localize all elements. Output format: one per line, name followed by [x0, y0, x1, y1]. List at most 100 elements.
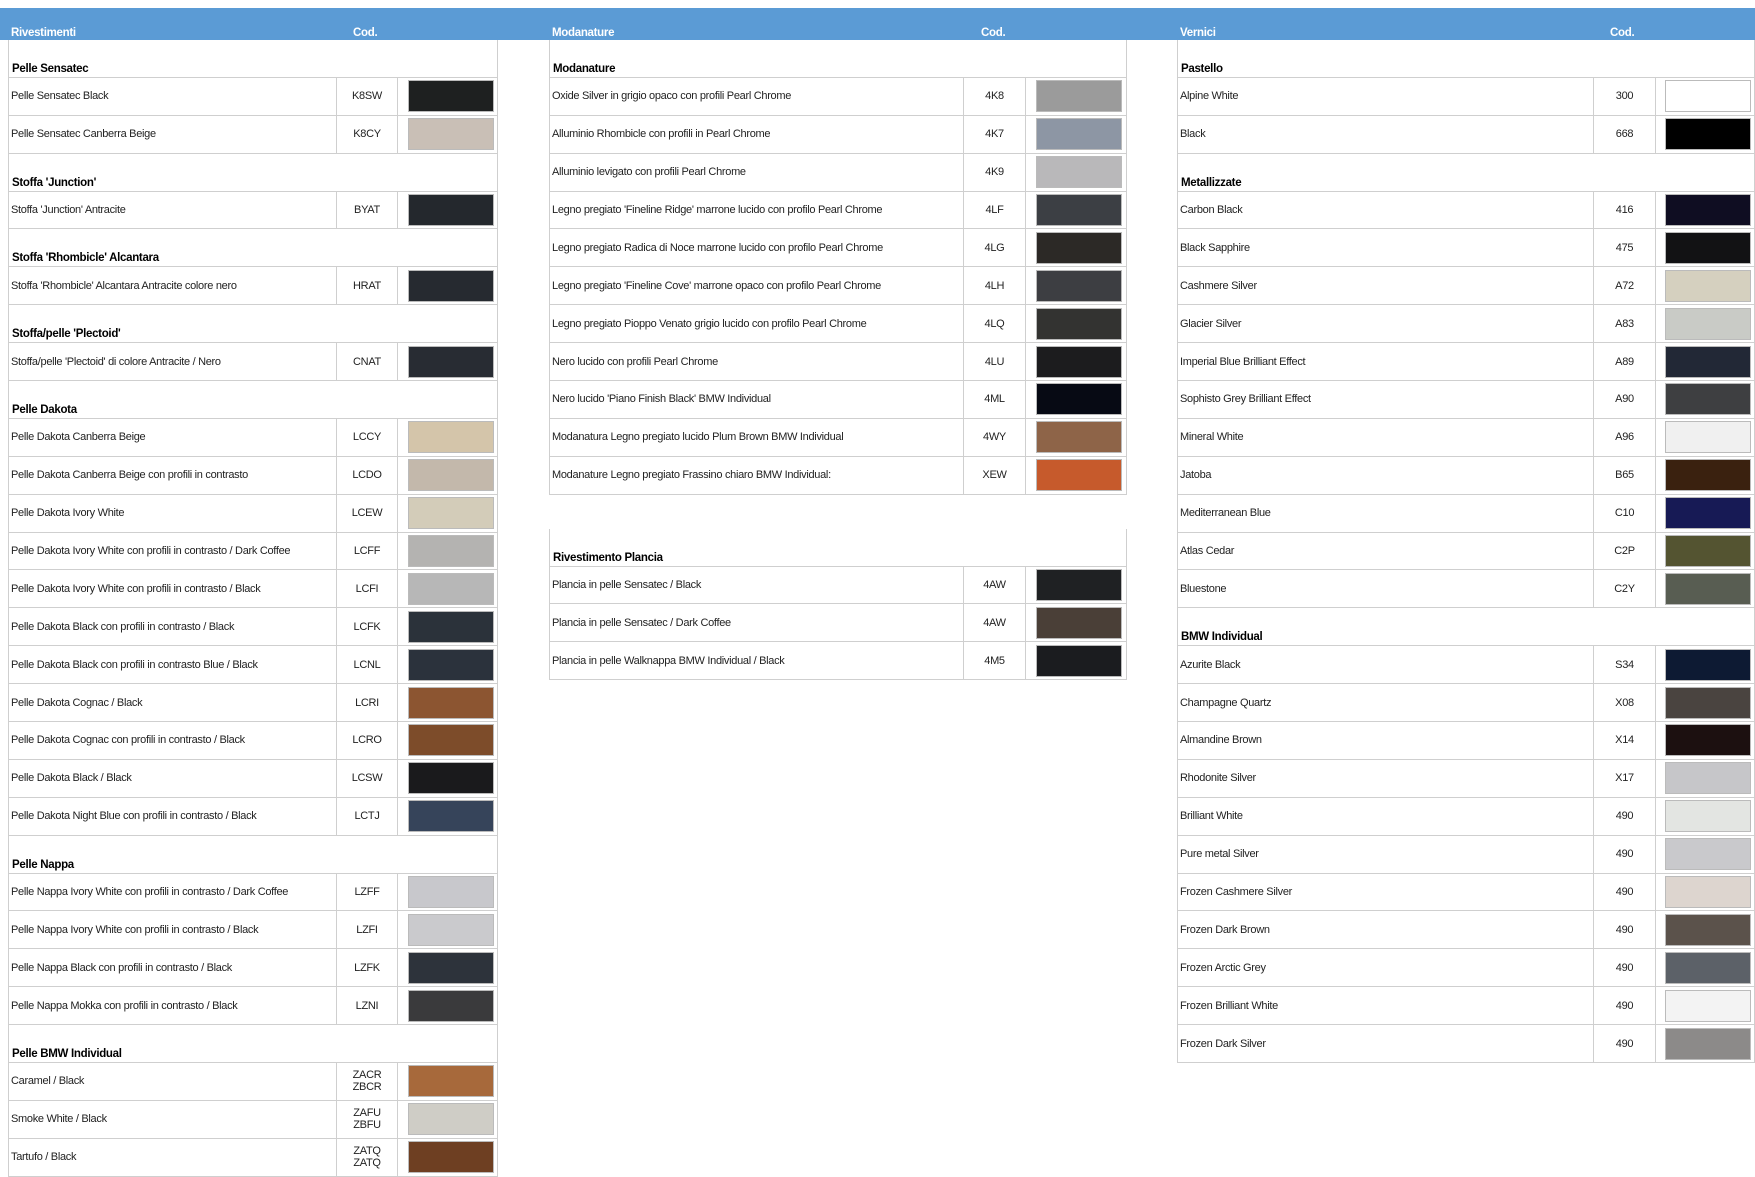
item-code: A89 — [1594, 343, 1656, 381]
item-name: Pelle Dakota Canberra Beige con profili … — [9, 456, 337, 494]
item-name: Tartufo / Black — [9, 1138, 337, 1176]
swatch-cell — [1656, 78, 1755, 115]
swatch-cell — [398, 267, 503, 304]
swatch-cell — [1656, 495, 1755, 532]
item-code: 4AW — [964, 566, 1026, 604]
item-code: LZFI — [337, 911, 398, 949]
item-name: Nero lucido con profili Pearl Chrome — [550, 343, 964, 381]
item-code: 668 — [1594, 115, 1656, 153]
item-code: 4AW — [964, 604, 1026, 642]
swatch-cell — [1026, 381, 1132, 418]
color-swatch — [407, 610, 494, 643]
swatch-cell — [1026, 604, 1132, 641]
swatch-cell — [1656, 305, 1755, 342]
color-swatch — [1665, 572, 1751, 605]
item-name: Legno pregiato Radica di Noce marrone lu… — [550, 229, 964, 267]
swatch-cell — [1026, 154, 1132, 191]
section-title-row: Modanature — [550, 40, 1126, 78]
swatch-cell — [1656, 229, 1755, 266]
item-name: Black — [1178, 115, 1594, 153]
table-row: Plancia in pelle Walknappa BMW Individua… — [550, 642, 1126, 681]
table-row: Pelle Dakota Black con profili in contra… — [9, 608, 497, 647]
item-code: 475 — [1594, 229, 1656, 267]
swatch-cell — [398, 646, 503, 683]
swatch-cell — [1026, 419, 1132, 456]
color-swatch — [407, 80, 494, 113]
item-code: LCTJ — [337, 797, 398, 835]
color-swatch — [407, 800, 494, 833]
section-title-row: Metallizzate — [1178, 154, 1754, 192]
item-name: Alpine White — [1178, 77, 1594, 115]
color-swatch — [407, 345, 494, 378]
item-code: X08 — [1594, 684, 1656, 722]
item-code: A83 — [1594, 305, 1656, 343]
section-title-row: Stoffa 'Junction' — [9, 154, 497, 192]
item-name: Carbon Black — [1178, 191, 1594, 229]
item-code: LCFK — [337, 608, 398, 646]
table-row: Sophisto Grey Brilliant Effect A90 — [1178, 381, 1754, 419]
swatch-cell — [398, 1101, 503, 1138]
item-name: Mediterranean Blue — [1178, 494, 1594, 532]
column-rivestimenti: Rivestimenti Cod. Pelle Sensatec Pelle Se… — [8, 8, 498, 1177]
item-code: 490 — [1594, 797, 1656, 835]
table-row: Black 668 — [1178, 115, 1754, 154]
section-title-row: Pelle Sensatec — [9, 40, 497, 78]
section-title-row: Stoffa 'Rhombicle' Alcantara — [9, 229, 497, 268]
item-name: Almandine Brown — [1178, 722, 1594, 759]
item-name: Mineral White — [1178, 418, 1594, 456]
item-name: Pelle Dakota Cognac con profili in contr… — [9, 722, 337, 759]
column-header: Rivestimenti Cod. — [8, 8, 498, 40]
item-name: Frozen Cashmere Silver — [1178, 873, 1594, 911]
item-name: Pelle Dakota Black con profili in contra… — [9, 608, 337, 646]
color-swatch — [1665, 345, 1751, 378]
item-name: Pelle Dakota Black con profili in contra… — [9, 646, 337, 684]
swatch-cell — [1656, 419, 1755, 456]
table-row: Champagne Quartz X08 — [1178, 684, 1754, 723]
table-row: Pelle Dakota Ivory White con profili in … — [9, 532, 497, 571]
table-row: Pelle Dakota Ivory White LCEW — [9, 494, 497, 533]
item-name: Alluminio Rhombicle con profili in Pearl… — [550, 115, 964, 153]
swatch-cell — [1656, 987, 1755, 1024]
swatch-cell — [398, 1139, 503, 1176]
swatch-cell — [398, 419, 503, 456]
item-name: Sophisto Grey Brilliant Effect — [1178, 381, 1594, 418]
section-title: Stoffa 'Rhombicle' Alcantara — [12, 252, 159, 265]
table-row: Brilliant White 490 — [1178, 797, 1754, 836]
swatch-cell — [398, 1063, 503, 1100]
color-swatch — [407, 118, 494, 151]
section-title-row: Pastello — [1178, 40, 1754, 78]
color-swatch — [1665, 724, 1751, 757]
item-code: C10 — [1594, 494, 1656, 532]
item-code: A72 — [1594, 267, 1656, 305]
item-name: Frozen Arctic Grey — [1178, 949, 1594, 987]
color-swatch — [407, 459, 494, 492]
swatch-cell — [1656, 646, 1755, 683]
color-swatch — [407, 269, 494, 302]
color-swatch — [407, 686, 494, 719]
swatch-cell — [398, 911, 503, 948]
item-code: 4K8 — [964, 77, 1026, 115]
color-swatch — [1036, 569, 1122, 602]
section-title-row: Pelle BMW Individual — [9, 1025, 497, 1064]
column-header: Modanature Cod. — [549, 8, 1127, 40]
color-swatch — [1036, 307, 1122, 340]
column-vernici: Vernici Cod. Pastello Alpine White 300 Blac… — [1177, 8, 1755, 1064]
table-gap — [549, 494, 1127, 529]
item-name: Pelle Dakota Black / Black — [9, 759, 337, 797]
color-swatch — [407, 951, 494, 984]
color-swatch — [1665, 459, 1751, 492]
color-swatch — [407, 989, 494, 1022]
table-row: Pelle Dakota Black / Black LCSW — [9, 759, 497, 798]
item-code: 490 — [1594, 911, 1656, 949]
column-title: Modanature — [552, 27, 615, 39]
table-row: Pelle Dakota Canberra Beige con profili … — [9, 456, 497, 495]
item-code: X17 — [1594, 759, 1656, 797]
item-name: Stoffa 'Rhombicle' Alcantara Antracite c… — [9, 267, 337, 305]
item-code: 4LH — [964, 267, 1026, 305]
table-row: Pelle Nappa Black con profili in contras… — [9, 949, 497, 988]
table-row: Pelle Nappa Mokka con profili in contras… — [9, 987, 497, 1026]
swatch-cell — [1656, 722, 1755, 759]
swatch-cell — [1026, 457, 1132, 494]
color-swatch — [407, 876, 494, 909]
color-swatch — [1036, 459, 1122, 492]
